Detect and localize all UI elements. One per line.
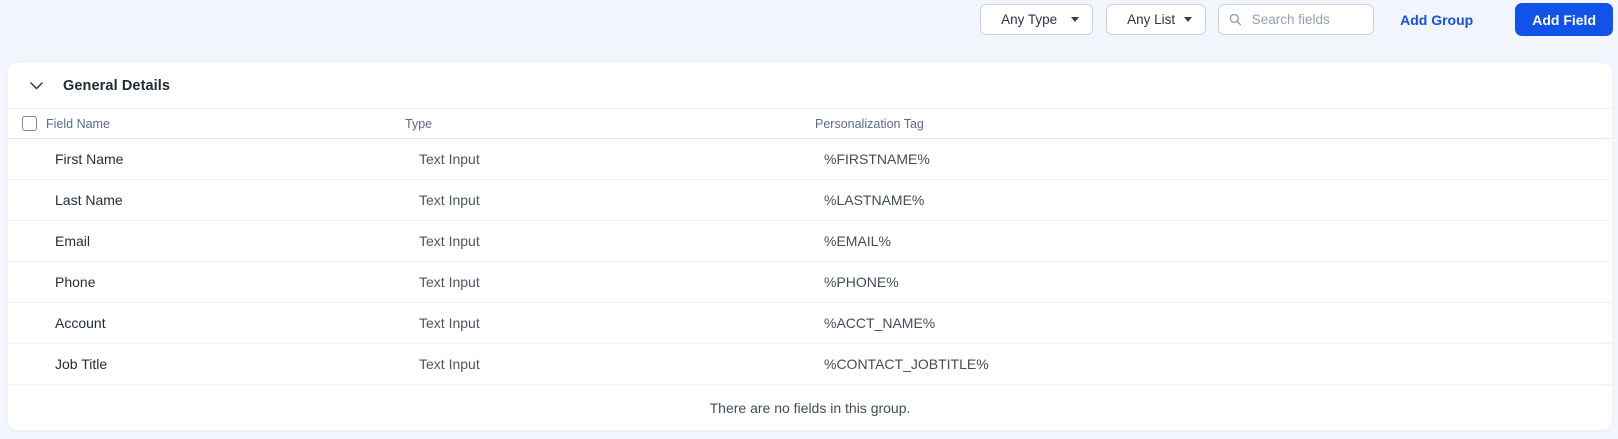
- field-tag: %EMAIL%: [824, 233, 891, 249]
- field-tag: %ACCT_NAME%: [824, 315, 936, 331]
- field-tag: %PHONE%: [824, 274, 899, 290]
- table-row[interactable]: First Name Text Input %FIRSTNAME%: [8, 139, 1612, 180]
- field-tag: %FIRSTNAME%: [824, 151, 930, 167]
- column-header-personalization-tag: Personalization Tag: [815, 116, 924, 131]
- group-header-general-details[interactable]: General Details: [8, 63, 1612, 109]
- field-type: Text Input: [419, 315, 480, 331]
- search-icon: [1229, 13, 1242, 26]
- table-row[interactable]: Phone Text Input %PHONE%: [8, 262, 1612, 303]
- field-type: Text Input: [419, 274, 480, 290]
- chevron-down-icon: [1184, 17, 1193, 22]
- field-type: Text Input: [419, 233, 480, 249]
- column-header-field-name: Field Name: [46, 116, 110, 131]
- list-filter-dropdown[interactable]: Any List: [1106, 4, 1207, 35]
- field-name: Last Name: [55, 192, 123, 208]
- field-name: First Name: [55, 151, 124, 167]
- search-field-container: [1218, 4, 1375, 35]
- type-filter-dropdown[interactable]: Any Type: [980, 4, 1094, 35]
- toolbar: Any Type Any List Add Group Add Field: [0, 0, 1618, 36]
- table-row[interactable]: Job Title Text Input %CONTACT_JOBTITLE%: [8, 344, 1612, 385]
- field-group-panel: General Details Field Name Type Personal…: [8, 63, 1612, 430]
- field-type: Text Input: [419, 356, 480, 372]
- table-row[interactable]: Email Text Input %EMAIL%: [8, 221, 1612, 262]
- type-filter-value: Any Type: [1001, 12, 1058, 27]
- empty-group-message: There are no fields in this group.: [709, 399, 911, 416]
- add-field-button[interactable]: Add Field: [1515, 3, 1613, 36]
- group-title: General Details: [63, 77, 171, 94]
- add-group-button[interactable]: Add Group: [1400, 12, 1473, 28]
- list-filter-value: Any List: [1127, 12, 1176, 27]
- table-header-row: Field Name Type Personalization Tag: [8, 109, 1612, 139]
- field-tag: %LASTNAME%: [824, 192, 925, 208]
- field-name: Email: [55, 233, 91, 249]
- column-header-type: Type: [405, 116, 433, 131]
- chevron-down-icon: [30, 81, 43, 89]
- field-name: Account: [55, 315, 106, 331]
- field-tag: %CONTACT_JOBTITLE%: [824, 356, 989, 372]
- chevron-down-icon: [1071, 17, 1080, 22]
- field-type: Text Input: [419, 192, 480, 208]
- field-name: Job Title: [55, 356, 108, 372]
- table-row[interactable]: Last Name Text Input %LASTNAME%: [8, 180, 1612, 221]
- search-input[interactable]: [1249, 11, 1364, 28]
- field-type: Text Input: [419, 151, 480, 167]
- select-all-checkbox[interactable]: [22, 116, 37, 131]
- field-name: Phone: [55, 274, 96, 290]
- table-row[interactable]: Account Text Input %ACCT_NAME%: [8, 303, 1612, 344]
